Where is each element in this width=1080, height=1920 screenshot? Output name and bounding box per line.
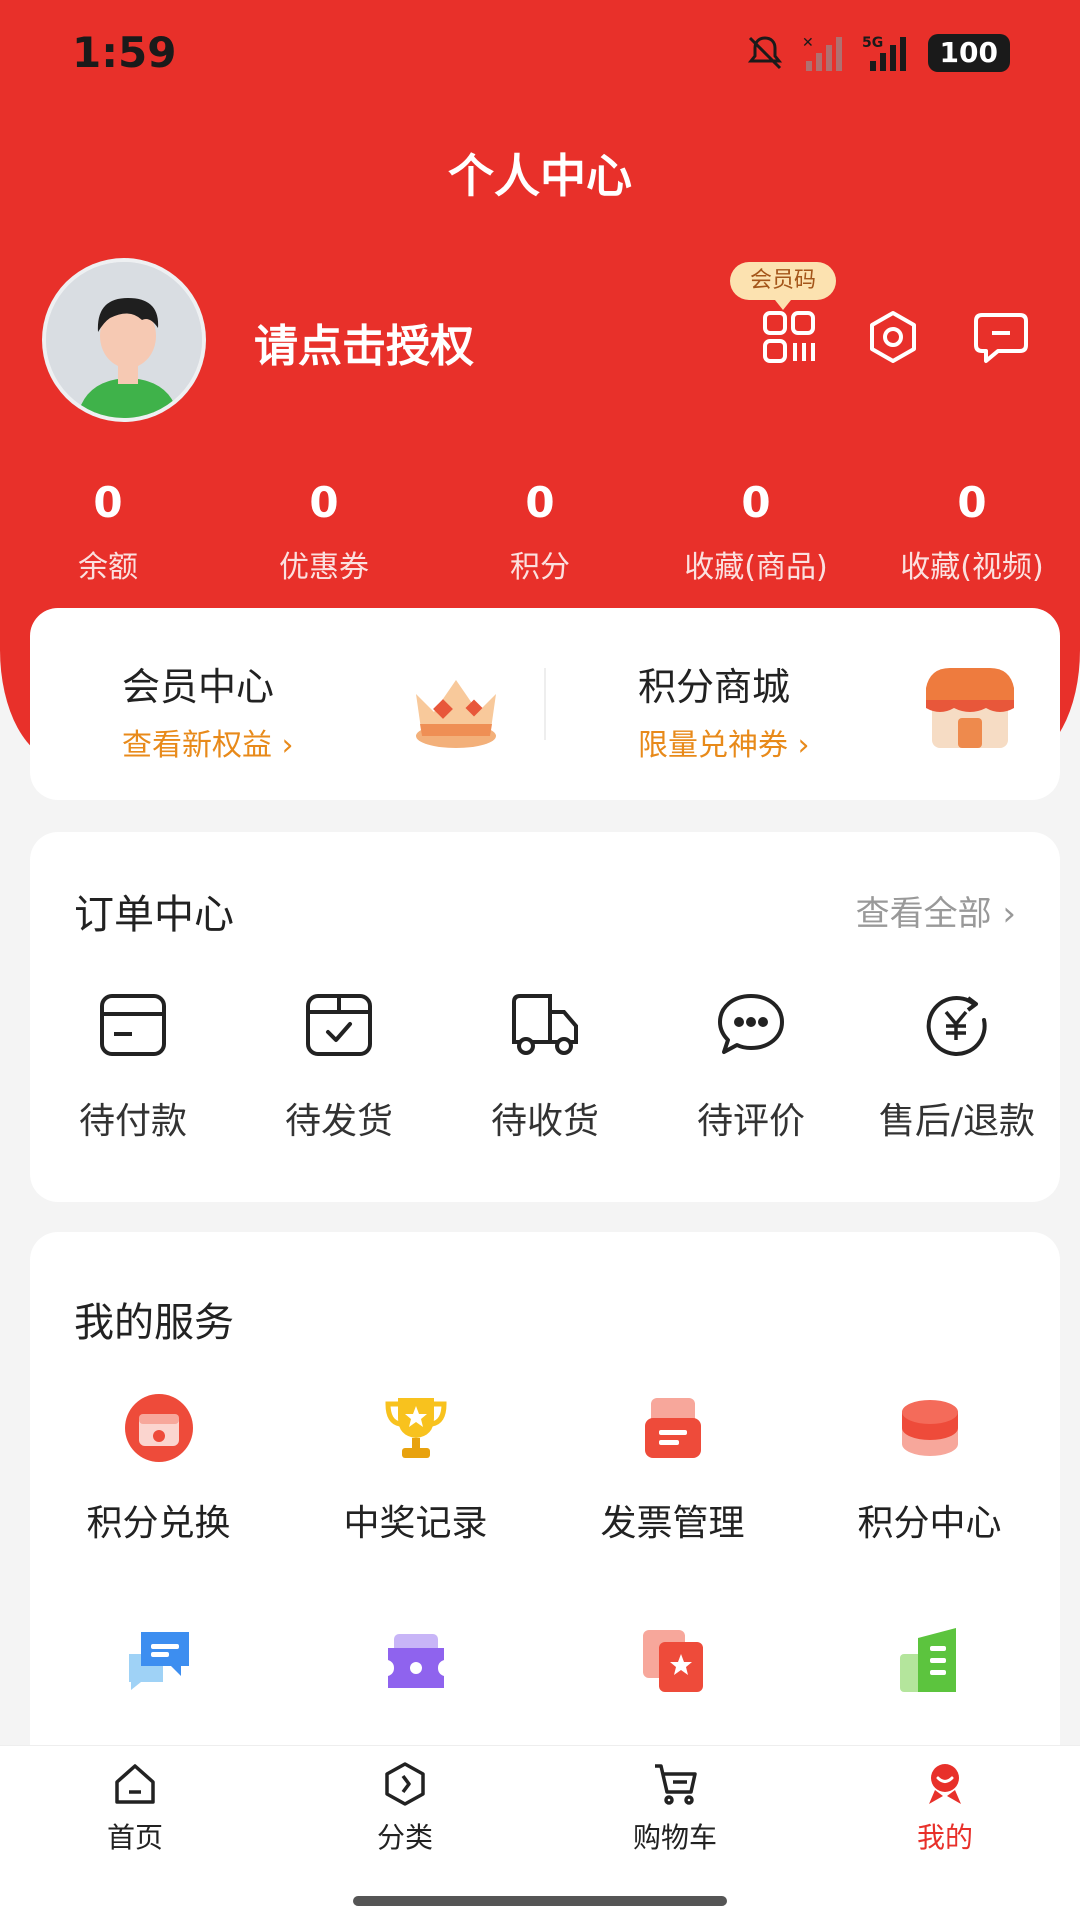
page-title: 个人中心 — [448, 149, 632, 203]
trophy-icon — [384, 1398, 447, 1458]
truck-icon — [512, 994, 578, 1055]
stat-value: 0 — [957, 478, 987, 527]
crown-illustration-icon — [416, 680, 496, 748]
order-center-title: 订单中心 — [74, 892, 234, 938]
service-points-center[interactable]: 积分中心 — [801, 1392, 1058, 1624]
order-pending-receipt[interactable]: 待收货 — [442, 992, 648, 1144]
stat-label: 收藏(视频) — [900, 550, 1044, 585]
shop-illustration-icon — [926, 668, 1014, 748]
stat-value: 0 — [93, 478, 123, 527]
order-pending-payment[interactable]: 待付款 — [30, 992, 236, 1144]
stat-label: 积分 — [510, 550, 570, 585]
stat-label: 优惠券 — [279, 550, 369, 585]
message-icon — [974, 313, 1028, 363]
order-status-grid: 待付款 待发货 待收货 待评价 售后/退款 — [30, 992, 1060, 1144]
tab-cart[interactable]: 购物车 — [540, 1746, 810, 1876]
tab-home[interactable]: 首页 — [0, 1746, 270, 1876]
tab-label: 分类 — [376, 1821, 433, 1854]
tab-category[interactable]: 分类 — [270, 1746, 540, 1876]
cart-icon — [655, 1764, 697, 1805]
stat-points[interactable]: 0 积分 — [432, 478, 648, 586]
settings-hexagon-icon — [870, 311, 916, 363]
wallet-icon — [100, 994, 166, 1056]
order-pending-shipment[interactable]: 待发货 — [236, 992, 442, 1144]
settings-button[interactable] — [858, 302, 928, 372]
order-status-label: 待付款 — [78, 1101, 187, 1142]
box-check-icon — [306, 994, 372, 1056]
favorites-icon — [642, 1630, 703, 1692]
signal-off-icon: ✕ — [802, 35, 842, 71]
stat-value: 0 — [525, 478, 555, 527]
service-label: 积分中心 — [857, 1503, 1002, 1544]
stat-label: 收藏(商品) — [684, 550, 828, 585]
status-bar: 1:59 ✕ 5G 100 — [0, 0, 1080, 110]
points-mall-entry[interactable]: 积分商城 限量兑神券 › — [546, 608, 1060, 800]
order-status-label: 待评价 — [696, 1101, 805, 1142]
tab-label: 首页 — [106, 1821, 163, 1854]
points-exchange-icon — [124, 1394, 193, 1462]
member-center-entry[interactable]: 会员中心 查看新权益 › — [30, 608, 544, 800]
status-time: 1:59 — [72, 28, 177, 77]
messages-button[interactable] — [966, 302, 1036, 372]
tab-profile[interactable]: 我的 — [810, 1746, 1080, 1876]
order-status-label: 售后/退款 — [878, 1101, 1036, 1142]
order-center-card: 订单中心 查看全部 › 待付款 待发货 待收货 待评价 售后/退款 — [30, 832, 1060, 1202]
invoice-icon — [644, 1398, 701, 1458]
chat-window-icon — [128, 1632, 189, 1690]
promo-subtitle: 限量兑神券 › — [638, 728, 810, 763]
building-icon — [899, 1628, 956, 1692]
stat-favorite-videos[interactable]: 0 收藏(视频) — [864, 478, 1080, 586]
home-icon — [115, 1764, 155, 1804]
stat-label: 余额 — [78, 550, 138, 585]
member-qr-button[interactable] — [754, 302, 824, 372]
stat-balance[interactable]: 0 余额 — [0, 478, 216, 586]
status-icons: ✕ 5G 100 — [744, 32, 1010, 74]
profile-icon — [929, 1764, 961, 1804]
svg-text:✕: ✕ — [802, 35, 814, 51]
profile-screen: 1:59 ✕ 5G 100 个人中心 请点击授权 会员码 0 余额 0 优惠券 … — [0, 0, 1080, 1920]
order-status-label: 待发货 — [284, 1101, 393, 1142]
battery-indicator: 100 — [927, 34, 1010, 72]
yen-refund-icon — [926, 996, 987, 1056]
order-after-sales-refund[interactable]: 售后/退款 — [854, 992, 1060, 1144]
username-authorize[interactable]: 请点击授权 — [254, 310, 474, 374]
stat-value: 0 — [741, 478, 771, 527]
order-status-label: 待收货 — [490, 1101, 599, 1142]
bottom-tab-bar: 首页 分类 购物车 我的 — [0, 1745, 1080, 1920]
promo-title: 积分商城 — [638, 665, 791, 709]
service-prize-records[interactable]: 中奖记录 — [287, 1392, 544, 1624]
service-label: 积分兑换 — [86, 1503, 231, 1544]
promo-subtitle: 查看新权益 › — [122, 728, 294, 763]
my-services-title: 我的服务 — [74, 1300, 234, 1346]
mute-bell-icon — [747, 36, 782, 70]
chat-bubble-icon — [718, 994, 784, 1054]
promo-title: 会员中心 — [122, 665, 275, 709]
order-pending-review[interactable]: 待评价 — [648, 992, 854, 1144]
my-services-card: 我的服务 积分兑换 中奖记录 发票管理 积分中心 — [30, 1232, 1060, 1792]
signal-5g-icon: 5G — [862, 35, 906, 71]
stat-value: 0 — [309, 478, 339, 527]
service-label: 发票管理 — [600, 1503, 745, 1544]
service-invoice-management[interactable]: 发票管理 — [544, 1392, 801, 1624]
tab-label: 我的 — [916, 1821, 973, 1854]
category-icon — [385, 1762, 425, 1806]
service-label: 中奖记录 — [343, 1503, 488, 1544]
tab-label: 购物车 — [632, 1821, 717, 1854]
avatar[interactable] — [42, 258, 206, 422]
account-stats: 0 余额 0 优惠券 0 积分 0 收藏(商品) 0 收藏(视频) — [0, 478, 1080, 586]
coins-stack-icon — [901, 1400, 958, 1456]
see-all-orders-link[interactable]: 查看全部 › — [856, 886, 1016, 935]
member-code-badge: 会员码 — [730, 262, 837, 310]
service-points-exchange[interactable]: 积分兑换 — [30, 1392, 287, 1624]
qr-code-icon — [763, 311, 815, 363]
promo-card: 会员中心 查看新权益 › 积分商城 限量兑神券 › — [30, 608, 1060, 800]
stat-favorite-products[interactable]: 0 收藏(商品) — [648, 478, 864, 586]
svg-text:5G: 5G — [862, 35, 883, 51]
home-indicator[interactable] — [353, 1896, 727, 1906]
ticket-icon — [387, 1634, 444, 1688]
stat-coupons[interactable]: 0 优惠券 — [216, 478, 432, 586]
